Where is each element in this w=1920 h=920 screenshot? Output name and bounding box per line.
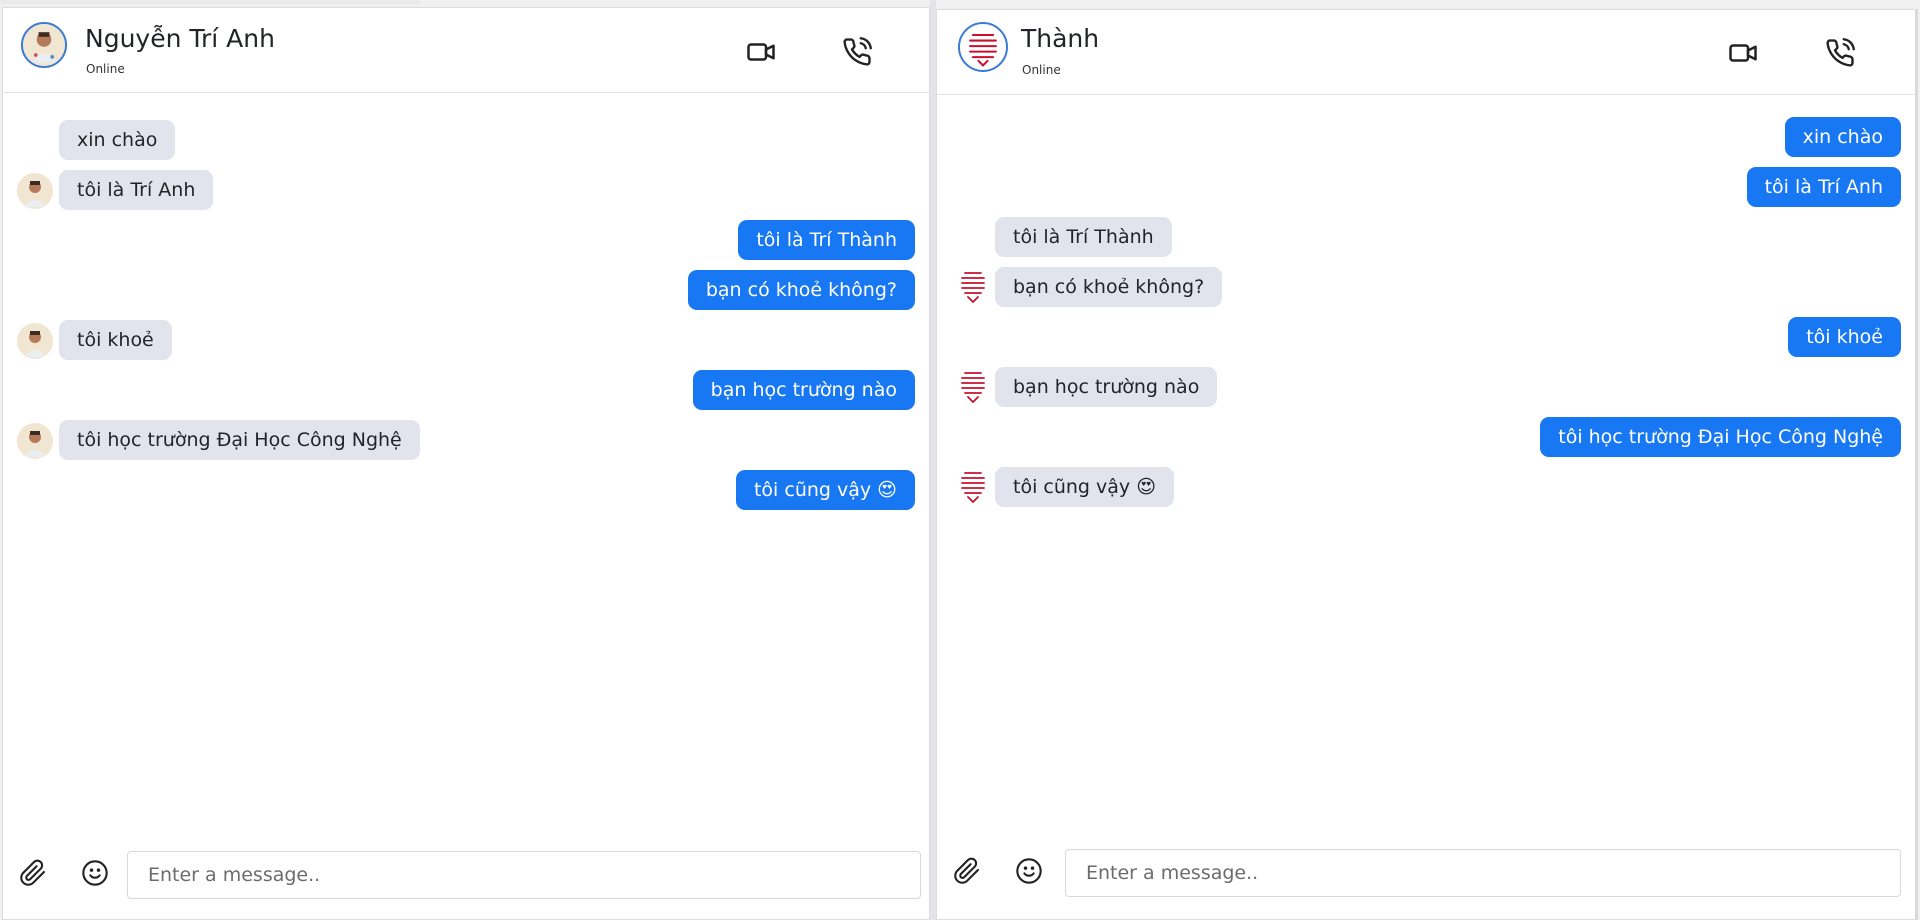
voice-call-button[interactable] (837, 32, 877, 72)
sender-avatar (17, 323, 53, 359)
sender-avatar (17, 423, 53, 459)
message-bubble-incoming[interactable]: tôi cũng vậy 😍 (995, 467, 1175, 507)
message-input[interactable] (127, 851, 921, 899)
message-bubble-incoming[interactable]: tôi khoẻ (59, 320, 172, 360)
message-bubble-outgoing[interactable]: tôi học trường Đại Học Công Nghệ (1540, 417, 1901, 457)
video-call-button[interactable] (1723, 33, 1763, 73)
message-bubble-outgoing[interactable]: tôi khoẻ (1788, 317, 1901, 357)
contact-avatar[interactable] (958, 22, 1008, 72)
smiley-icon (82, 860, 108, 886)
attach-button[interactable] (953, 857, 983, 887)
chat-logo-icon (961, 472, 985, 504)
chat-panel-left: Nguyễn Trí Anh Online xin chào tôi là Tr… (2, 7, 930, 920)
chat-header: Nguyễn Trí Anh Online (3, 8, 929, 93)
sender-avatar (17, 173, 53, 209)
person-photo-icon (17, 423, 53, 459)
chat-logo-icon (969, 34, 997, 67)
message-bubble-outgoing[interactable]: xin chào (1784, 117, 1901, 157)
message-bubble-outgoing[interactable]: tôi là Trí Thành (738, 220, 915, 260)
video-camera-icon (747, 43, 775, 61)
message-list[interactable]: xin chào tôi là Trí Anh tôi là Trí Thành… (937, 95, 1917, 829)
message-bubble-incoming[interactable]: tôi là Trí Thành (995, 217, 1172, 257)
contact-name: Thành (1021, 24, 1100, 53)
contact-status: Online (1022, 63, 1061, 77)
message-bubble-incoming[interactable]: tôi là Trí Anh (59, 170, 214, 210)
top-strip (0, 0, 420, 4)
chat-header: Thành Online (937, 10, 1917, 95)
sender-avatar (955, 367, 991, 407)
scrollbar[interactable] (1915, 10, 1917, 919)
message-bubble-incoming[interactable]: bạn có khoẻ không? (995, 267, 1223, 307)
video-camera-icon (1729, 44, 1757, 62)
emoji-button[interactable] (81, 859, 111, 889)
paperclip-icon (20, 859, 46, 886)
attach-button[interactable] (19, 859, 49, 889)
message-bubble-incoming[interactable]: xin chào (59, 120, 176, 160)
chat-panel-right: Thành Online xin chào tôi là Trí Anh tôi… (936, 9, 1918, 920)
contact-avatar[interactable] (21, 22, 67, 68)
person-photo-icon (23, 24, 65, 66)
message-bubble-outgoing[interactable]: bạn có khoẻ không? (687, 270, 915, 310)
message-bubble-outgoing[interactable]: tôi là Trí Anh (1746, 167, 1901, 207)
message-composer (3, 831, 929, 919)
contact-status: Online (86, 62, 125, 76)
person-photo-icon (17, 173, 53, 209)
video-call-button[interactable] (741, 32, 781, 72)
message-bubble-incoming[interactable]: tôi học trường Đại Học Công Nghệ (59, 420, 420, 460)
smiley-icon (1016, 858, 1042, 884)
paperclip-icon (954, 857, 980, 884)
message-list[interactable]: xin chào tôi là Trí Anh tôi là Trí Thành… (3, 93, 929, 829)
message-bubble-outgoing[interactable]: bạn học trường nào (692, 370, 915, 410)
message-composer (937, 831, 1917, 919)
contact-name: Nguyễn Trí Anh (85, 24, 275, 53)
sender-avatar (955, 467, 991, 507)
message-input[interactable] (1065, 849, 1901, 897)
chat-logo-icon (961, 372, 985, 404)
sender-avatar (955, 267, 991, 307)
voice-call-button[interactable] (1820, 33, 1860, 73)
phone-icon (843, 37, 872, 66)
chat-logo-icon (961, 272, 985, 304)
person-photo-icon (17, 323, 53, 359)
message-bubble-outgoing[interactable]: tôi cũng vậy 😍 (735, 470, 915, 510)
message-bubble-incoming[interactable]: bạn học trường nào (995, 367, 1218, 407)
phone-icon (1826, 38, 1855, 67)
emoji-button[interactable] (1015, 857, 1045, 887)
